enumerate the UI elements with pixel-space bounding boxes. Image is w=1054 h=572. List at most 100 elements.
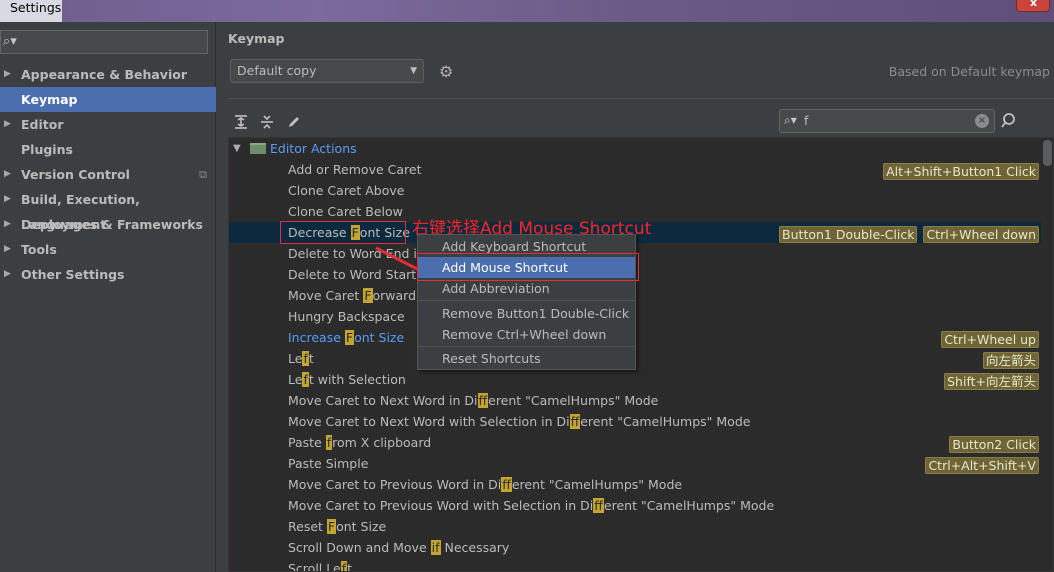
clear-icon[interactable]: × xyxy=(975,114,989,128)
window-title: Settings xyxy=(0,0,62,22)
filter-search-input[interactable]: ⌕▾ f × xyxy=(779,109,995,133)
action-text-rest: erent "CamelHumps" Mode xyxy=(580,414,751,429)
sidebar-item-version-control[interactable]: ▶ Version Control ⧉ xyxy=(0,162,216,187)
tree-row[interactable]: Move Caret to Next Word in Different "Ca… xyxy=(229,390,1041,411)
sidebar-item-appearance-behavior[interactable]: ▶ Appearance & Behavior xyxy=(0,62,216,87)
annotation-box xyxy=(280,221,406,244)
folder-icon xyxy=(250,143,266,154)
action-text: Move Caret to Previous Word in Di xyxy=(288,477,502,492)
action-text-rest: t xyxy=(308,351,314,366)
action-text: Clone Caret Above xyxy=(288,183,405,198)
action-text-rest: ont Size xyxy=(336,519,387,534)
expand-all-icon[interactable] xyxy=(232,114,250,132)
expand-arrow-icon[interactable]: ▶ xyxy=(4,237,11,262)
action-text: Le xyxy=(288,372,303,387)
menu-item-remove-button1-double-click[interactable]: Remove Button1 Double-Click xyxy=(418,303,635,324)
action-text: Le xyxy=(288,351,303,366)
search-icon: ⌕▾ xyxy=(784,113,797,127)
search-match-highlight: F xyxy=(326,519,337,534)
gear-icon[interactable]: ⚙ xyxy=(439,62,457,81)
search-match-highlight: ff xyxy=(569,414,581,429)
action-text-rest: t with Selection xyxy=(308,372,406,387)
search-match-highlight: ff xyxy=(477,393,489,408)
expand-arrow-icon[interactable]: ▶ xyxy=(4,262,11,287)
shortcut-list: Ctrl+Alt+Shift+V xyxy=(919,455,1039,476)
expand-arrow-icon[interactable]: ▶ xyxy=(4,112,11,137)
page-title: Keymap xyxy=(228,31,285,46)
title-bar: Settings xyxy=(0,0,1054,22)
find-shortcut-icon[interactable] xyxy=(1000,112,1017,133)
sidebar-item-tools[interactable]: ▶ Tools xyxy=(0,237,216,262)
expand-arrow-icon[interactable]: ▶ xyxy=(4,62,11,87)
keymap-select[interactable]: Default copy ▼ xyxy=(230,59,424,83)
search-match-highlight: if xyxy=(430,540,441,555)
tree-row[interactable]: Move Caret to Next Word with Selection i… xyxy=(229,411,1041,432)
annotation-box xyxy=(417,253,639,281)
tree-row[interactable]: Scroll Left xyxy=(229,558,1041,572)
sidebar-item-label: Version Control xyxy=(21,167,130,182)
sidebar-item-editor[interactable]: ▶ Editor xyxy=(0,112,216,137)
menu-item-remove-ctrl-wheel-down[interactable]: Remove Ctrl+Wheel down xyxy=(418,324,635,345)
tree-row[interactable]: Move Caret to Previous Word with Selecti… xyxy=(229,495,1041,516)
sidebar-item-languages-frameworks[interactable]: ▶ Languages & Frameworks xyxy=(0,212,216,237)
action-text-rest: erent "CamelHumps" Mode xyxy=(603,498,775,513)
sidebar-item-plugins[interactable]: Plugins xyxy=(0,137,216,162)
action-text-rest: erent "CamelHumps" Mode xyxy=(511,477,683,492)
shortcut-list: Shift+向左箭头 xyxy=(938,371,1039,392)
expand-arrow-icon[interactable]: ▼ xyxy=(233,138,241,159)
sidebar-item-keymap[interactable]: Keymap xyxy=(0,87,216,112)
expand-arrow-icon[interactable]: ▶ xyxy=(4,187,11,212)
shortcut-list: Button1 Double-Click Ctrl+Wheel down xyxy=(773,224,1039,245)
action-text: Paste xyxy=(288,435,326,450)
action-text-rest: erent "CamelHumps" Mode xyxy=(488,393,659,408)
tree-row[interactable]: Add or Remove Caret Alt+Shift+Button1 Cli… xyxy=(229,159,1041,180)
menu-item-add-abbreviation[interactable]: Add Abbreviation xyxy=(418,278,635,299)
sidebar-item-label: Plugins xyxy=(21,142,73,157)
action-label: Increase Font Size xyxy=(288,327,404,348)
action-label: Move Caret to Previous Word in Different… xyxy=(288,474,682,495)
shortcut-list: Alt+Shift+Button1 Click xyxy=(877,161,1039,182)
menu-item-reset-shortcuts[interactable]: Reset Shortcuts xyxy=(418,348,635,369)
action-text-rest: Necessary xyxy=(440,540,510,555)
action-label: Left with Selection xyxy=(288,369,406,390)
close-button[interactable] xyxy=(1016,0,1050,12)
scrollbar[interactable] xyxy=(1043,140,1052,166)
tree-row[interactable]: Reset Font Size xyxy=(229,516,1041,537)
sidebar-search-input[interactable]: ⌕▾ xyxy=(0,30,208,54)
divider xyxy=(228,98,1054,99)
action-text-rest: ont Size xyxy=(354,330,405,345)
keymap-select-value: Default copy xyxy=(237,63,317,78)
tree-row[interactable]: Paste from X clipboard Button2 Click xyxy=(229,432,1041,453)
pencil-icon[interactable] xyxy=(285,114,303,132)
collapse-all-icon[interactable] xyxy=(258,114,276,132)
action-label: Move Caret Forward a xyxy=(288,285,428,306)
expand-arrow-icon[interactable]: ▶ xyxy=(4,162,11,187)
action-label: Scroll Down and Move if Necessary xyxy=(288,537,509,558)
tree-row[interactable]: Paste Simple Ctrl+Alt+Shift+V xyxy=(229,453,1041,474)
search-match-highlight: ff xyxy=(593,498,604,513)
action-label: Clone Caret Below xyxy=(288,201,403,222)
sidebar-item-label: Tools xyxy=(21,242,57,257)
project-settings-icon: ⧉ xyxy=(199,168,207,181)
search-match-highlight: ff xyxy=(501,477,512,492)
action-text: Scroll Le xyxy=(288,561,341,572)
action-label: Hungry Backspace xyxy=(288,306,405,327)
action-text: Move Caret to Next Word in Di xyxy=(288,393,478,408)
sidebar-item-label: Keymap xyxy=(21,92,78,107)
sidebar-item-build-execution-deployment[interactable]: ▶ Build, Execution, Deployment xyxy=(0,187,216,232)
keymap-tree: ▼ Editor Actions Add or Remove Caret Alt+… xyxy=(228,137,1054,572)
tree-row[interactable]: Clone Caret Above xyxy=(229,180,1041,201)
tree-row[interactable]: Left with Selection Shift+向左箭头 xyxy=(229,369,1041,390)
tree-row[interactable]: Scroll Down and Move if Necessary xyxy=(229,537,1041,558)
sidebar-item-other-settings[interactable]: ▶ Other Settings xyxy=(0,262,216,287)
sidebar-item-label: Other Settings xyxy=(21,267,125,282)
tree-row[interactable]: Move Caret to Previous Word in Different… xyxy=(229,474,1041,495)
shortcut-list: Ctrl+Wheel up xyxy=(935,329,1039,350)
shortcut-badge: Ctrl+Wheel up xyxy=(941,331,1039,348)
shortcut-list: 向左箭头 xyxy=(977,350,1039,371)
menu-separator xyxy=(418,346,635,347)
shortcut-badge: Ctrl+Alt+Shift+V xyxy=(925,457,1039,474)
tree-root[interactable]: ▼ Editor Actions xyxy=(229,138,1041,159)
expand-arrow-icon[interactable]: ▶ xyxy=(4,212,11,237)
action-text: Move Caret to Previous Word with Selecti… xyxy=(288,498,594,513)
